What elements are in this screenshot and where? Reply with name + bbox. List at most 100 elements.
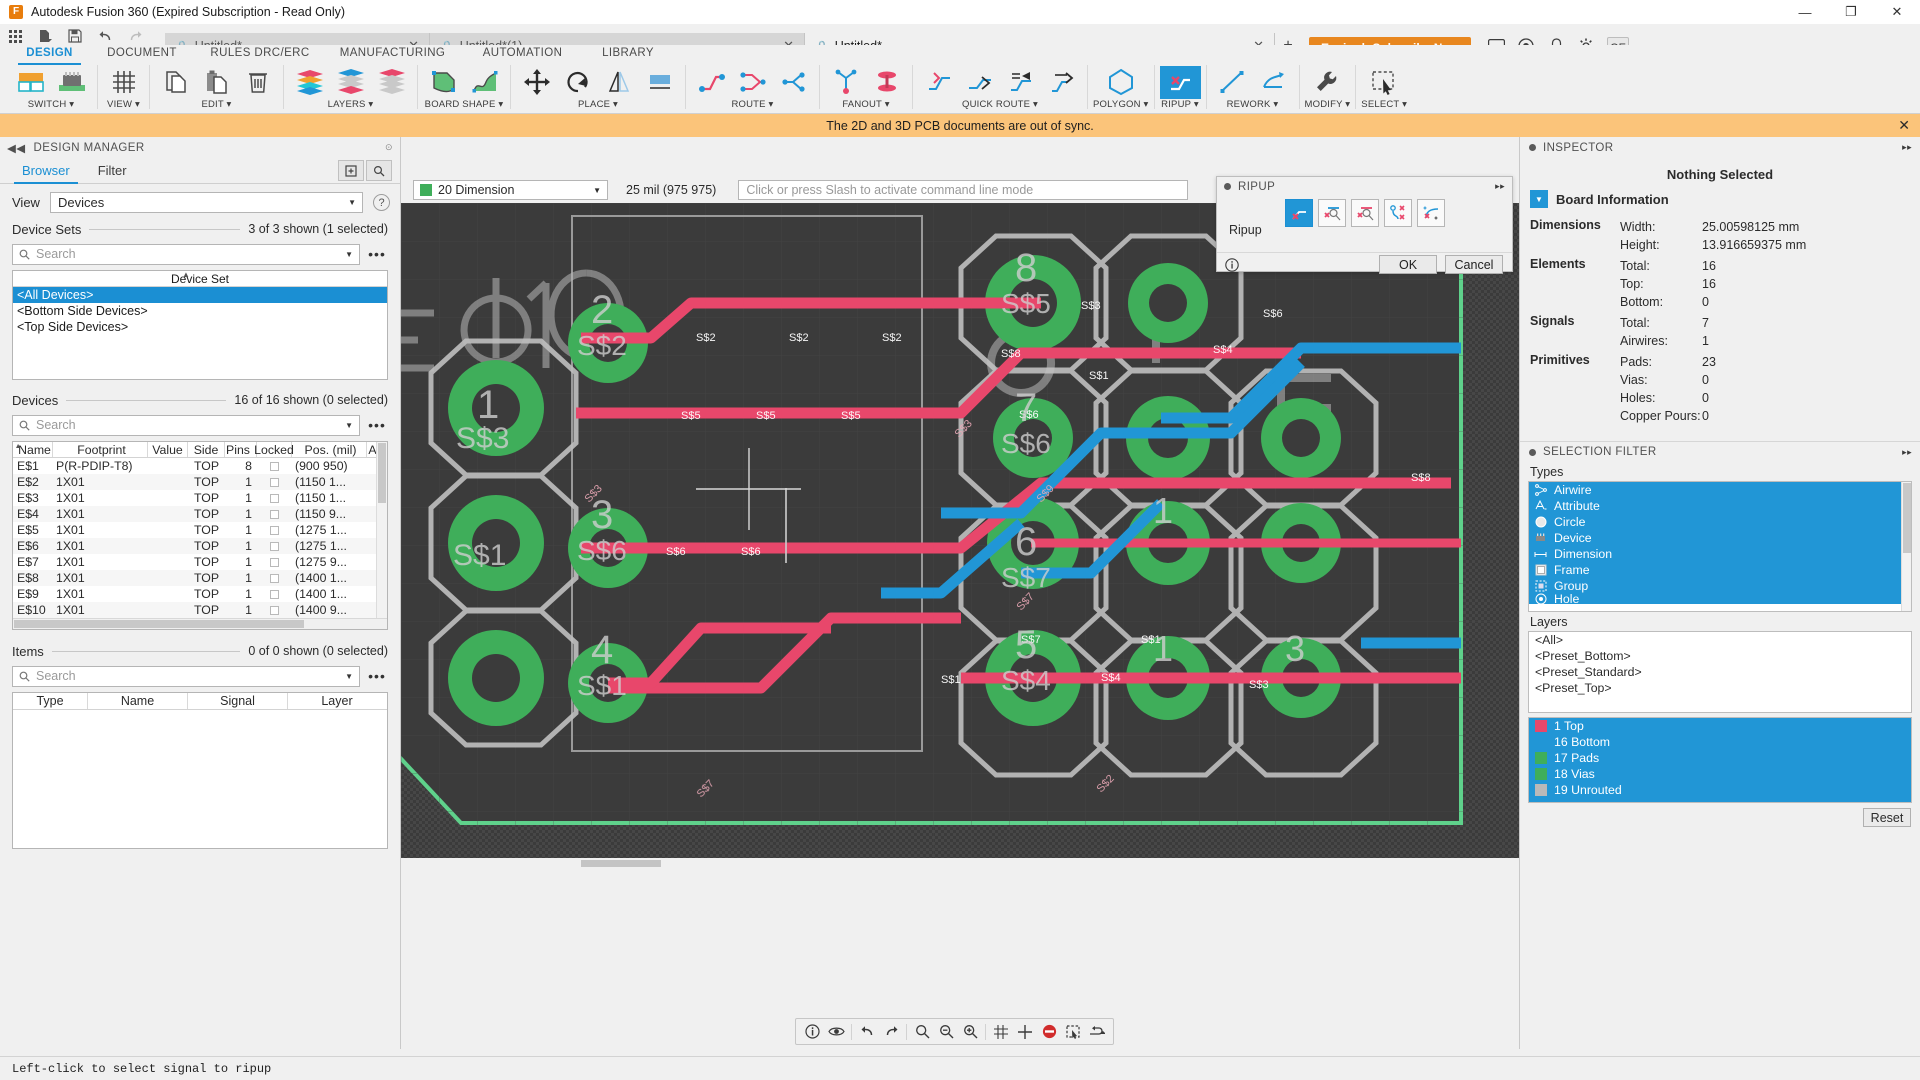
col-pins[interactable]: Pins bbox=[225, 442, 257, 457]
rework-2-icon[interactable] bbox=[1253, 66, 1294, 99]
eye-visibility-icon[interactable] bbox=[824, 1020, 848, 1044]
selection-filter-types-list[interactable]: Airwire Attribute Circle Device Dimension Fra… bbox=[1528, 481, 1912, 612]
col-layer[interactable]: Layer bbox=[288, 693, 386, 709]
expand-dialog-icon[interactable]: ▸▸ bbox=[1495, 181, 1505, 192]
ok-button[interactable]: OK bbox=[1379, 255, 1437, 274]
delete-icon[interactable] bbox=[237, 66, 278, 99]
canvas-horizontal-scrollbar[interactable] bbox=[401, 858, 1519, 869]
col-locked[interactable]: Locked bbox=[254, 442, 294, 457]
selection-filter-type-row[interactable]: Group bbox=[1529, 578, 1911, 594]
board-information-header[interactable]: ▼ Board Information bbox=[1520, 188, 1920, 210]
locked-checkbox[interactable] bbox=[270, 461, 279, 471]
items-options-button[interactable]: ••• bbox=[366, 668, 388, 684]
locked-checkbox[interactable] bbox=[270, 605, 279, 615]
undo-icon[interactable] bbox=[855, 1020, 879, 1044]
zoom-fit-icon[interactable] bbox=[910, 1020, 934, 1044]
collapse-all-icon[interactable] bbox=[366, 160, 392, 181]
col-name[interactable]: Name bbox=[88, 693, 188, 709]
table-row[interactable]: E$1 P(R-PDIP-T8) TOP 8 (900 950) bbox=[13, 458, 387, 474]
table-row[interactable]: E$5 1X01 TOP 1 (1275 1... bbox=[13, 522, 387, 538]
polygon-icon[interactable] bbox=[1100, 66, 1141, 99]
table-row[interactable]: E$4 1X01 TOP 1 (1150 9... bbox=[13, 506, 387, 522]
scroll-thumb[interactable] bbox=[378, 443, 386, 503]
ripup-dialog[interactable]: RIPUP ▸▸ Ripup OK Cancel bbox=[1216, 176, 1513, 274]
layer-row[interactable]: 1 Top bbox=[1529, 718, 1911, 734]
close-button[interactable]: ✕ bbox=[1874, 0, 1920, 24]
grid-icon[interactable] bbox=[103, 66, 144, 99]
tab-filter[interactable]: Filter bbox=[84, 163, 141, 183]
locked-checkbox[interactable] bbox=[270, 525, 279, 535]
table-row[interactable]: E$3 1X01 TOP 1 (1150 1... bbox=[13, 490, 387, 506]
board-outline-icon[interactable] bbox=[423, 66, 464, 99]
locked-checkbox[interactable] bbox=[270, 557, 279, 567]
cell-locked[interactable] bbox=[257, 458, 292, 474]
cell-locked[interactable] bbox=[257, 522, 292, 538]
layers-top-icon[interactable] bbox=[330, 66, 371, 99]
fanout-icon[interactable] bbox=[825, 66, 866, 99]
selection-filter-type-row[interactable]: Device bbox=[1529, 530, 1911, 546]
quickroute-icon[interactable] bbox=[918, 66, 959, 99]
locked-checkbox[interactable] bbox=[270, 477, 279, 487]
expand-selection-filter-icon[interactable]: ▸▸ bbox=[1902, 447, 1912, 458]
zoom-out-icon[interactable] bbox=[934, 1020, 958, 1044]
ripup-vias-icon[interactable] bbox=[1384, 199, 1412, 227]
list-item[interactable]: <Bottom Side Devices> bbox=[13, 303, 387, 319]
ribbon-tab-library[interactable]: LIBRARY bbox=[583, 45, 673, 63]
ripup-polygons-icon[interactable] bbox=[1417, 199, 1445, 227]
col-value[interactable]: Value bbox=[148, 442, 188, 457]
table-row[interactable]: E$2 1X01 TOP 1 (1150 1... bbox=[13, 474, 387, 490]
minimize-button[interactable]: — bbox=[1782, 0, 1828, 24]
col-type[interactable]: Type bbox=[13, 693, 88, 709]
command-line-input[interactable]: Click or press Slash to activate command… bbox=[738, 180, 1189, 200]
layer-row[interactable]: 17 Pads bbox=[1529, 750, 1911, 766]
table-row[interactable]: E$8 1X01 TOP 1 (1400 1... bbox=[13, 570, 387, 586]
quickroute-2-icon[interactable] bbox=[959, 66, 1000, 99]
table-row[interactable]: E$9 1X01 TOP 1 (1400 1... bbox=[13, 586, 387, 602]
route-multi-icon[interactable] bbox=[732, 66, 773, 99]
grid-toggle-icon[interactable] bbox=[989, 1020, 1013, 1044]
collapse-panel-icon[interactable]: ◀◀ bbox=[7, 141, 26, 155]
devices-vertical-scrollbar[interactable] bbox=[376, 442, 387, 618]
selection-filter-type-row[interactable]: Airwire bbox=[1529, 482, 1911, 498]
cancel-button[interactable]: Cancel bbox=[1445, 255, 1503, 274]
select-marquee-icon[interactable] bbox=[1364, 66, 1405, 99]
locked-checkbox[interactable] bbox=[270, 493, 279, 503]
align-icon[interactable] bbox=[639, 66, 680, 99]
close-warning-icon[interactable]: ✕ bbox=[1898, 117, 1910, 134]
locked-checkbox[interactable] bbox=[270, 589, 279, 599]
cell-locked[interactable] bbox=[257, 554, 292, 570]
layer-preset-row[interactable]: <Preset_Top> bbox=[1529, 680, 1911, 696]
ripup-selected-icon[interactable] bbox=[1285, 199, 1313, 227]
redo-icon[interactable] bbox=[879, 1020, 903, 1044]
device-sets-column-header[interactable]: ▲ Device Set bbox=[13, 270, 387, 287]
view-combo[interactable]: Devices ▼ bbox=[49, 192, 363, 213]
cell-locked[interactable] bbox=[257, 570, 292, 586]
no-entry-icon[interactable] bbox=[1037, 1020, 1061, 1044]
selection-filter-type-row[interactable]: Frame bbox=[1529, 562, 1911, 578]
move-icon[interactable] bbox=[516, 66, 557, 99]
layer-row[interactable]: 16 Bottom bbox=[1529, 734, 1911, 750]
ribbon-tab-manufacturing[interactable]: MANUFACTURING bbox=[323, 45, 462, 63]
select-area-icon[interactable] bbox=[1061, 1020, 1085, 1044]
copy-icon[interactable] bbox=[155, 66, 196, 99]
pin-panel-icon[interactable]: ⊙ bbox=[385, 142, 393, 153]
cell-locked[interactable] bbox=[257, 490, 292, 506]
locked-checkbox[interactable] bbox=[270, 541, 279, 551]
reset-button[interactable]: Reset bbox=[1863, 808, 1911, 827]
table-row[interactable]: E$10 1X01 TOP 1 (1400 9... bbox=[13, 602, 387, 618]
ribbon-tab-document[interactable]: DOCUMENT bbox=[87, 45, 197, 63]
quickroute-3-icon[interactable] bbox=[1000, 66, 1041, 99]
chevron-down-icon[interactable]: ▼ bbox=[1530, 190, 1548, 208]
board-profile-icon[interactable] bbox=[464, 66, 505, 99]
cell-locked[interactable] bbox=[257, 586, 292, 602]
cell-locked[interactable] bbox=[257, 538, 292, 554]
route-net-icon[interactable] bbox=[773, 66, 814, 99]
col-pos[interactable]: Pos. (mil) bbox=[292, 442, 367, 457]
active-layer-combo[interactable]: 20 Dimension ▼ bbox=[413, 180, 608, 200]
types-scrollbar[interactable] bbox=[1901, 482, 1911, 611]
modify-wrench-icon[interactable] bbox=[1307, 66, 1348, 99]
scroll-thumb[interactable] bbox=[581, 860, 661, 867]
selection-filter-type-row[interactable]: Circle bbox=[1529, 514, 1911, 530]
ribbon-tab-design[interactable]: DESIGN bbox=[12, 45, 87, 65]
layer-row[interactable]: 18 Vias bbox=[1529, 766, 1911, 782]
